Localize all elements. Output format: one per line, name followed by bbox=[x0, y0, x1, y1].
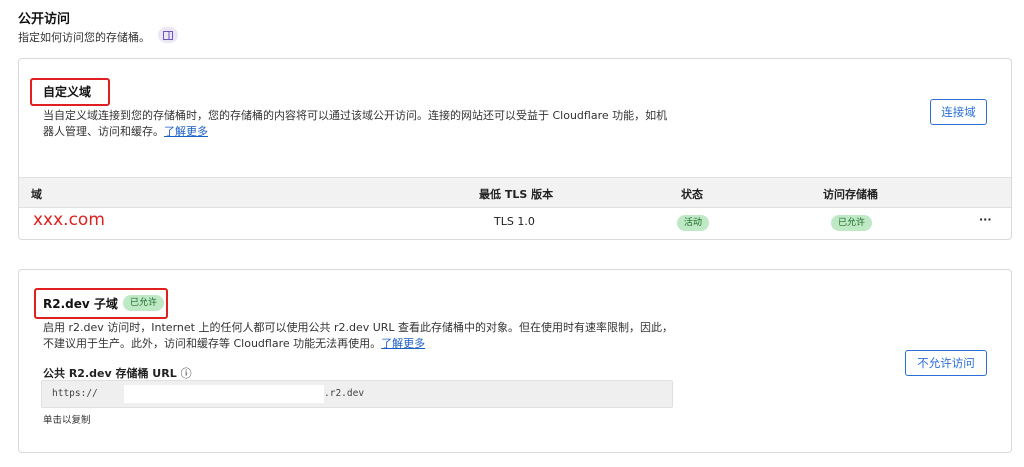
document-icon[interactable] bbox=[158, 27, 178, 43]
r2dev-status-badge: 已允许 bbox=[123, 295, 165, 311]
column-min-tls[interactable]: 最低 TLS 版本 bbox=[479, 186, 553, 202]
r2dev-description-line2: 不建议用于生产。此外，访问和缓存等 Cloudflare 功能无法再使用。 bbox=[43, 337, 382, 350]
custom-domain-description-line2: 器人管理、访问和缓存。 bbox=[43, 125, 164, 138]
r2dev-card: R2.dev 子域 已允许 启用 r2.dev 访问时，Internet 上的任… bbox=[18, 269, 1012, 453]
url-suffix: .r2.dev bbox=[324, 388, 365, 399]
status-badge: 活动 bbox=[677, 215, 710, 231]
r2dev-description-line1: 启用 r2.dev 访问时，Internet 上的任何人都可以使用公共 r2.d… bbox=[43, 321, 674, 334]
column-status[interactable]: 状态 bbox=[681, 186, 703, 202]
domain-name[interactable]: xxx.com bbox=[33, 210, 105, 230]
r2dev-title: R2.dev 子域 bbox=[43, 297, 118, 311]
column-bucket-access[interactable]: 访问存储桶 bbox=[823, 186, 878, 202]
info-icon[interactable]: ⓘ bbox=[181, 367, 192, 380]
public-url-label-text: 公共 R2.dev 存储桶 URL bbox=[43, 367, 177, 380]
learn-more-link[interactable]: 了解更多 bbox=[381, 337, 425, 350]
tls-version: TLS 1.0 bbox=[494, 215, 535, 228]
custom-domain-description: 当自定义域连接到您的存储桶时，您的存储桶的内容将可以通过该域公开访问。连接的网站… bbox=[43, 108, 723, 140]
custom-domain-card: 自定义域 当自定义域连接到您的存储桶时，您的存储桶的内容将可以通过该域公开访问。… bbox=[18, 58, 1012, 240]
url-redaction bbox=[124, 385, 324, 403]
copy-hint: 单击以复制 bbox=[43, 415, 91, 426]
column-domain[interactable]: 域 bbox=[31, 186, 42, 202]
page-description: 指定如何访问您的存储桶。 bbox=[18, 31, 150, 44]
page-title: 公开访问 bbox=[18, 12, 71, 27]
domain-table-header: 域 最低 TLS 版本 状态 访问存储桶 bbox=[19, 177, 1011, 208]
public-url-field[interactable]: https:// .r2.dev bbox=[41, 380, 673, 408]
table-row: xxx.com TLS 1.0 活动 已允许 ··· bbox=[19, 207, 1011, 238]
disallow-access-button[interactable]: 不允许访问 bbox=[905, 350, 987, 376]
custom-domain-title: 自定义域 bbox=[43, 85, 92, 99]
row-menu-icon[interactable]: ··· bbox=[979, 213, 992, 226]
custom-domain-description-line1: 当自定义域连接到您的存储桶时，您的存储桶的内容将可以通过该域公开访问。连接的网站… bbox=[43, 109, 668, 122]
public-url-label: 公共 R2.dev 存储桶 URL ⓘ bbox=[43, 365, 192, 381]
learn-more-link[interactable]: 了解更多 bbox=[164, 125, 208, 138]
access-badge: 已允许 bbox=[831, 215, 873, 231]
url-prefix: https:// bbox=[52, 388, 98, 399]
connect-domain-button[interactable]: 连接域 bbox=[930, 99, 987, 125]
r2dev-description: 启用 r2.dev 访问时，Internet 上的任何人都可以使用公共 r2.d… bbox=[43, 320, 723, 352]
